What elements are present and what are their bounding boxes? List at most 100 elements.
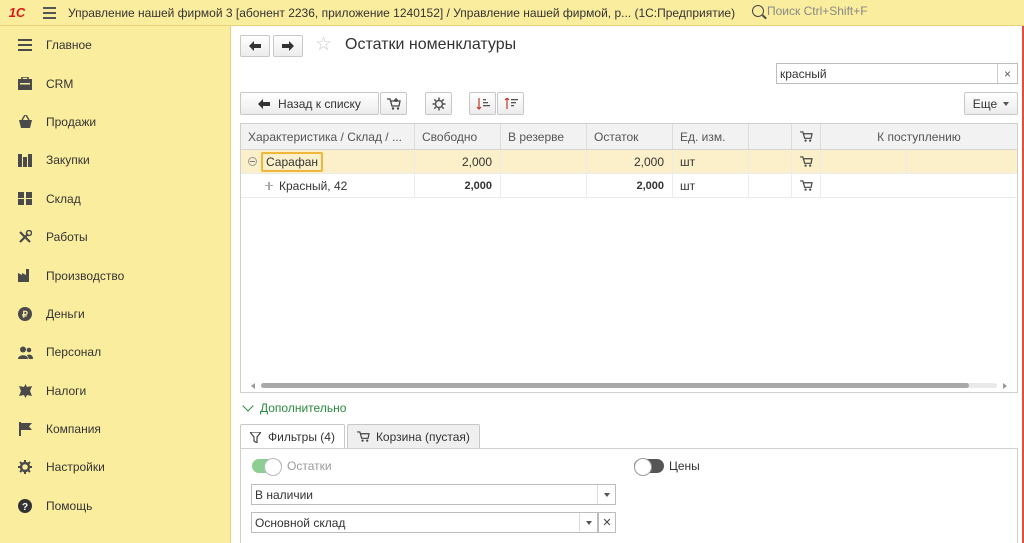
sidebar-item-help[interactable]: ? Помощь <box>0 487 230 525</box>
sidebar-item-taxes[interactable]: Налоги <box>0 372 230 410</box>
cart-cell[interactable] <box>792 174 821 197</box>
settings-button[interactable] <box>425 92 452 115</box>
title-bar: 1С Управление нашей фирмой 3 [абонент 22… <box>0 0 1024 26</box>
scroll-thumb[interactable] <box>261 383 969 388</box>
menu-icon <box>17 37 33 53</box>
chevron-down-icon[interactable] <box>597 485 615 504</box>
column-header[interactable] <box>749 124 792 149</box>
clear-search-button[interactable]: × <box>997 64 1017 83</box>
sidebar-item-label: Помощь <box>46 498 93 513</box>
empty-cell <box>749 150 792 173</box>
incoming-cell <box>821 174 1017 197</box>
sidebar-item-label: Компания <box>46 422 101 437</box>
toggle-label: Остатки <box>287 459 332 473</box>
table-header: Характеристика / Склад / ... Свободно В … <box>241 124 1017 150</box>
prices-toggle[interactable]: Цены <box>634 458 700 476</box>
collapse-icon[interactable] <box>248 157 257 166</box>
sidebar-item-company[interactable]: Компания <box>0 410 230 448</box>
sidebar-item-settings[interactable]: Настройки <box>0 448 230 486</box>
cart-icon <box>357 431 370 442</box>
main-menu-icon[interactable] <box>34 0 64 26</box>
sidebar-item-label: Главное <box>46 38 92 53</box>
sidebar-item-crm[interactable]: CRM <box>0 64 230 102</box>
sidebar-item-purchases[interactable]: Закупки <box>0 141 230 179</box>
chevron-down-icon[interactable] <box>579 513 597 532</box>
gear-icon <box>17 459 33 475</box>
main-content: ☆ Остатки номенклатуры × Назад к списку … <box>232 26 1024 543</box>
column-header-cart[interactable] <box>792 124 821 149</box>
more-button[interactable]: Еще <box>964 92 1018 115</box>
add-to-cart-button[interactable] <box>380 92 407 115</box>
sidebar-item-warehouse[interactable]: Склад <box>0 180 230 218</box>
sort-descending-button[interactable] <box>497 92 524 115</box>
ruble-icon: ₽ <box>17 306 33 322</box>
sidebar-item-works[interactable]: Работы <box>0 218 230 256</box>
search-box: × <box>776 63 1018 84</box>
sidebar-item-label: Закупки <box>46 153 90 168</box>
free-cell: 2,000 <box>415 150 501 173</box>
horizontal-scrollbar[interactable] <box>249 382 1009 389</box>
balance-cell: 2,000 <box>587 174 673 197</box>
availability-select[interactable]: В наличии <box>251 484 616 505</box>
sidebar-item-main[interactable]: Главное <box>0 26 230 64</box>
tab-label: Фильтры (4) <box>268 430 335 444</box>
tab-cart[interactable]: Корзина (пустая) <box>346 424 480 448</box>
column-header[interactable]: Характеристика / Склад / ... <box>241 124 415 149</box>
cart-icon <box>386 97 401 110</box>
cart-icon <box>799 180 813 191</box>
more-button-label: Еще <box>972 96 998 111</box>
toggle-switch-off <box>634 458 664 476</box>
sidebar-item-label: Деньги <box>46 306 85 321</box>
help-icon: ? <box>17 498 33 514</box>
stock-table: Характеристика / Склад / ... Свободно В … <box>240 123 1018 393</box>
additional-section-toggle[interactable]: Дополнительно <box>242 400 347 415</box>
unit-cell: шт <box>673 150 749 173</box>
table-row[interactable]: Красный, 42 2,000 2,000 шт <box>241 174 1017 198</box>
table-row[interactable]: Сарафан 2,000 2,000 шт <box>241 150 1017 174</box>
sort-ascending-button[interactable] <box>469 92 496 115</box>
sidebar-item-label: Персонал <box>46 345 102 360</box>
empty-cell <box>749 174 792 197</box>
favorite-star-icon[interactable]: ☆ <box>315 33 332 56</box>
scroll-right-icon[interactable] <box>1003 383 1007 389</box>
column-header[interactable]: Свободно <box>415 124 501 149</box>
sidebar-item-money[interactable]: ₽ Деньги <box>0 295 230 333</box>
additional-label: Дополнительно <box>260 401 347 415</box>
row-name[interactable]: Сарафан <box>261 151 323 172</box>
forward-nav-button[interactable] <box>273 35 303 57</box>
purchases-icon <box>17 152 33 168</box>
arrow-right-icon <box>282 41 294 51</box>
clear-warehouse-button[interactable]: ✕ <box>598 512 616 533</box>
column-header[interactable]: Ед. изм. <box>673 124 749 149</box>
back-nav-button[interactable] <box>240 35 270 57</box>
sidebar-item-label: CRM <box>46 76 74 91</box>
toggle-switch-on <box>252 458 282 476</box>
sidebar: Главное CRM Продажи Закупки Склад Работы <box>0 26 231 543</box>
sidebar-item-personnel[interactable]: Персонал <box>0 333 230 371</box>
reserve-cell <box>501 150 587 173</box>
cart-cell[interactable] <box>792 150 821 173</box>
back-to-list-button[interactable]: Назад к списку <box>240 92 379 115</box>
column-header[interactable]: К поступлению <box>821 124 1017 149</box>
warehouse-select[interactable]: Основной склад <box>251 512 598 533</box>
tools-icon <box>17 229 33 245</box>
sidebar-item-sales[interactable]: Продажи <box>0 103 230 141</box>
global-search-placeholder: Поиск Ctrl+Shift+F <box>767 4 868 18</box>
global-search[interactable]: Поиск Ctrl+Shift+F <box>752 4 868 18</box>
app-logo[interactable]: 1С <box>0 0 34 26</box>
warehouse-icon <box>17 191 33 207</box>
column-header[interactable]: Остаток <box>587 124 673 149</box>
tab-filters[interactable]: Фильтры (4) <box>240 424 345 449</box>
search-input[interactable] <box>777 64 997 83</box>
sort-ascending-icon <box>476 97 490 110</box>
column-header[interactable]: В резерве <box>501 124 587 149</box>
stock-toggle[interactable]: Остатки <box>252 458 332 476</box>
svg-text:?: ? <box>22 502 28 513</box>
scroll-left-icon[interactable] <box>251 383 255 389</box>
sidebar-item-label: Работы <box>46 230 88 245</box>
incoming-cell <box>821 150 907 173</box>
sidebar-item-production[interactable]: Производство <box>0 256 230 294</box>
filter-tabs: Фильтры (4) Корзина (пустая) <box>240 424 482 449</box>
name-cell: Сарафан <box>241 150 415 173</box>
expand-icon[interactable] <box>265 181 273 190</box>
